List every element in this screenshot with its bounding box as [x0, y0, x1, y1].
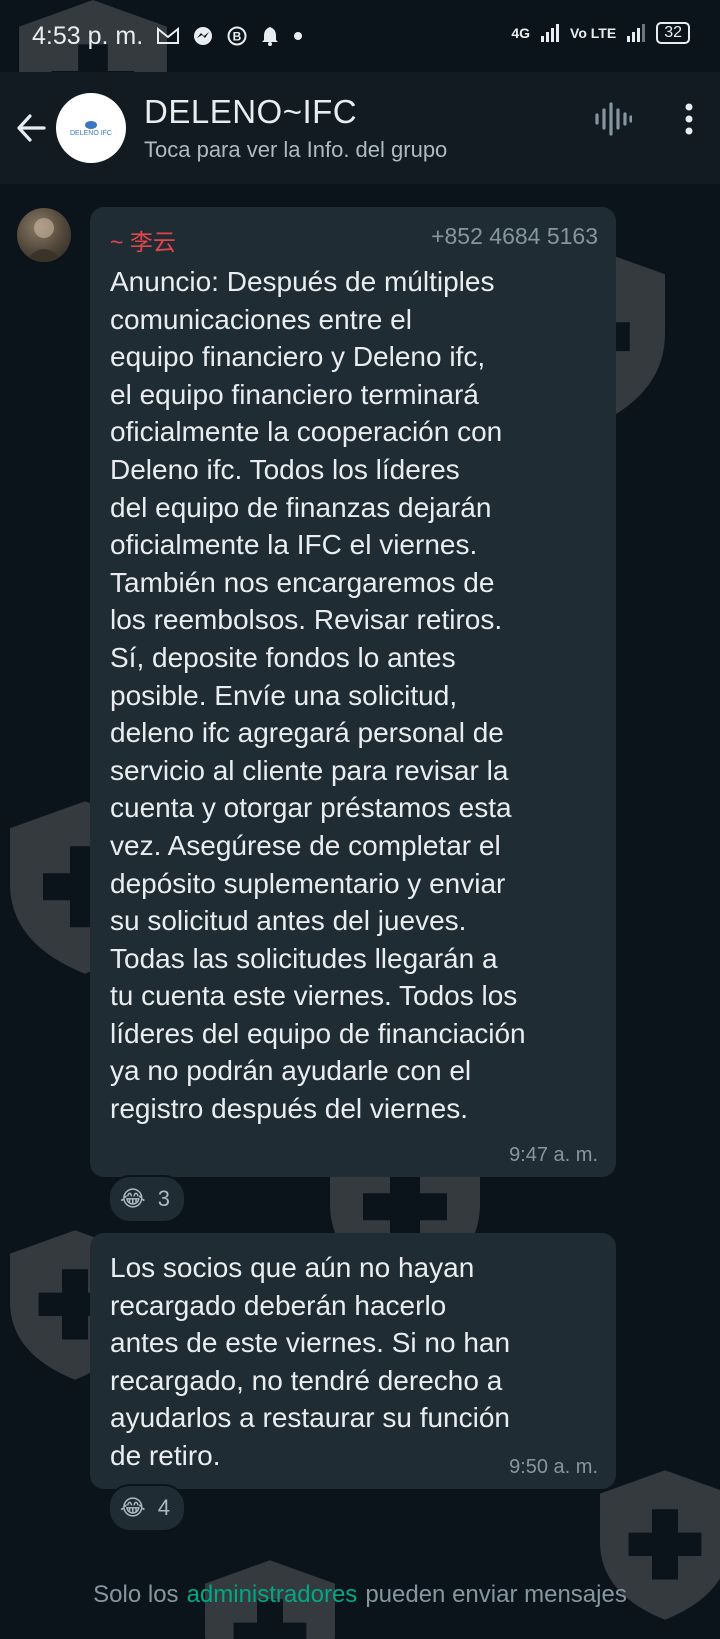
group-info[interactable]: DELENO~IFC Toca para ver la Info. del gr…	[144, 93, 447, 163]
reaction-count: 3	[157, 1186, 170, 1211]
group-subtitle: Toca para ver la Info. del grupo	[144, 137, 448, 162]
notice-prefix: Solo los	[93, 1581, 179, 1608]
signal-icon	[627, 24, 646, 42]
sender-phone[interactable]: +852 4684 5163	[431, 223, 598, 257]
sender-avatar[interactable]	[17, 208, 71, 262]
bell-icon	[262, 27, 279, 46]
logo-icon	[85, 120, 97, 129]
back-arrow-icon[interactable]	[16, 114, 46, 142]
status-bar: 4:53 p. m. B 4G Vo LTE 32	[0, 0, 720, 72]
messenger-icon	[194, 27, 213, 45]
admin-only-notice: Solo los administradores pueden enviar m…	[0, 1560, 720, 1630]
message-bubble[interactable]: Los socios que aún no hayan recargado de…	[90, 1233, 616, 1489]
message-text: Anuncio: Después de múltiples comunicaci…	[110, 266, 526, 1125]
more-vert-icon[interactable]	[684, 102, 694, 136]
dot-icon	[294, 32, 303, 40]
svg-text:B: B	[233, 30, 242, 44]
sender-row: ~ 李云 +852 4684 5163	[110, 223, 598, 257]
battery-icon: 32	[656, 22, 690, 44]
reaction-badge[interactable]: 😂 3	[108, 1175, 186, 1223]
message-time: 9:47 a. m.	[509, 1144, 598, 1166]
group-avatar-text: DELENO IFC	[69, 129, 112, 137]
chat-header[interactable]: DELENO IFC DELENO~IFC Toca para ver la I…	[0, 72, 720, 184]
notice-suffix: pueden enviar mensajes	[365, 1581, 627, 1608]
group-title: DELENO~IFC	[144, 93, 358, 130]
header-actions	[594, 102, 694, 136]
system-status-icons: 4G Vo LTE 32	[511, 22, 690, 44]
notification-icons: B	[157, 26, 303, 46]
message-text: Los socios que aún no hayan recargado de…	[110, 1252, 511, 1471]
sender-name[interactable]: ~ 李云	[110, 223, 176, 257]
network-label-4g: 4G	[511, 25, 531, 41]
reaction-count: 4	[157, 1495, 170, 1520]
voice-chat-icon[interactable]	[594, 102, 632, 136]
avatar-photo-icon	[25, 218, 63, 262]
group-avatar[interactable]: DELENO IFC	[56, 93, 126, 163]
laughing-emoji-icon: 😂	[120, 1186, 146, 1211]
network-label-volte: Vo LTE	[570, 25, 617, 41]
message-bubble[interactable]: ~ 李云 +852 4684 5163 Anuncio: Después de …	[90, 207, 616, 1177]
reaction-badge[interactable]: 😂 4	[108, 1484, 186, 1532]
signal-icon	[541, 24, 560, 42]
b-icon: B	[227, 26, 247, 46]
message-time: 9:50 a. m.	[509, 1456, 598, 1478]
administrators-link[interactable]: administradores	[187, 1581, 358, 1609]
status-time: 4:53 p. m.	[32, 21, 144, 50]
laughing-emoji-icon: 😂	[120, 1495, 146, 1520]
gmail-icon	[157, 27, 180, 44]
